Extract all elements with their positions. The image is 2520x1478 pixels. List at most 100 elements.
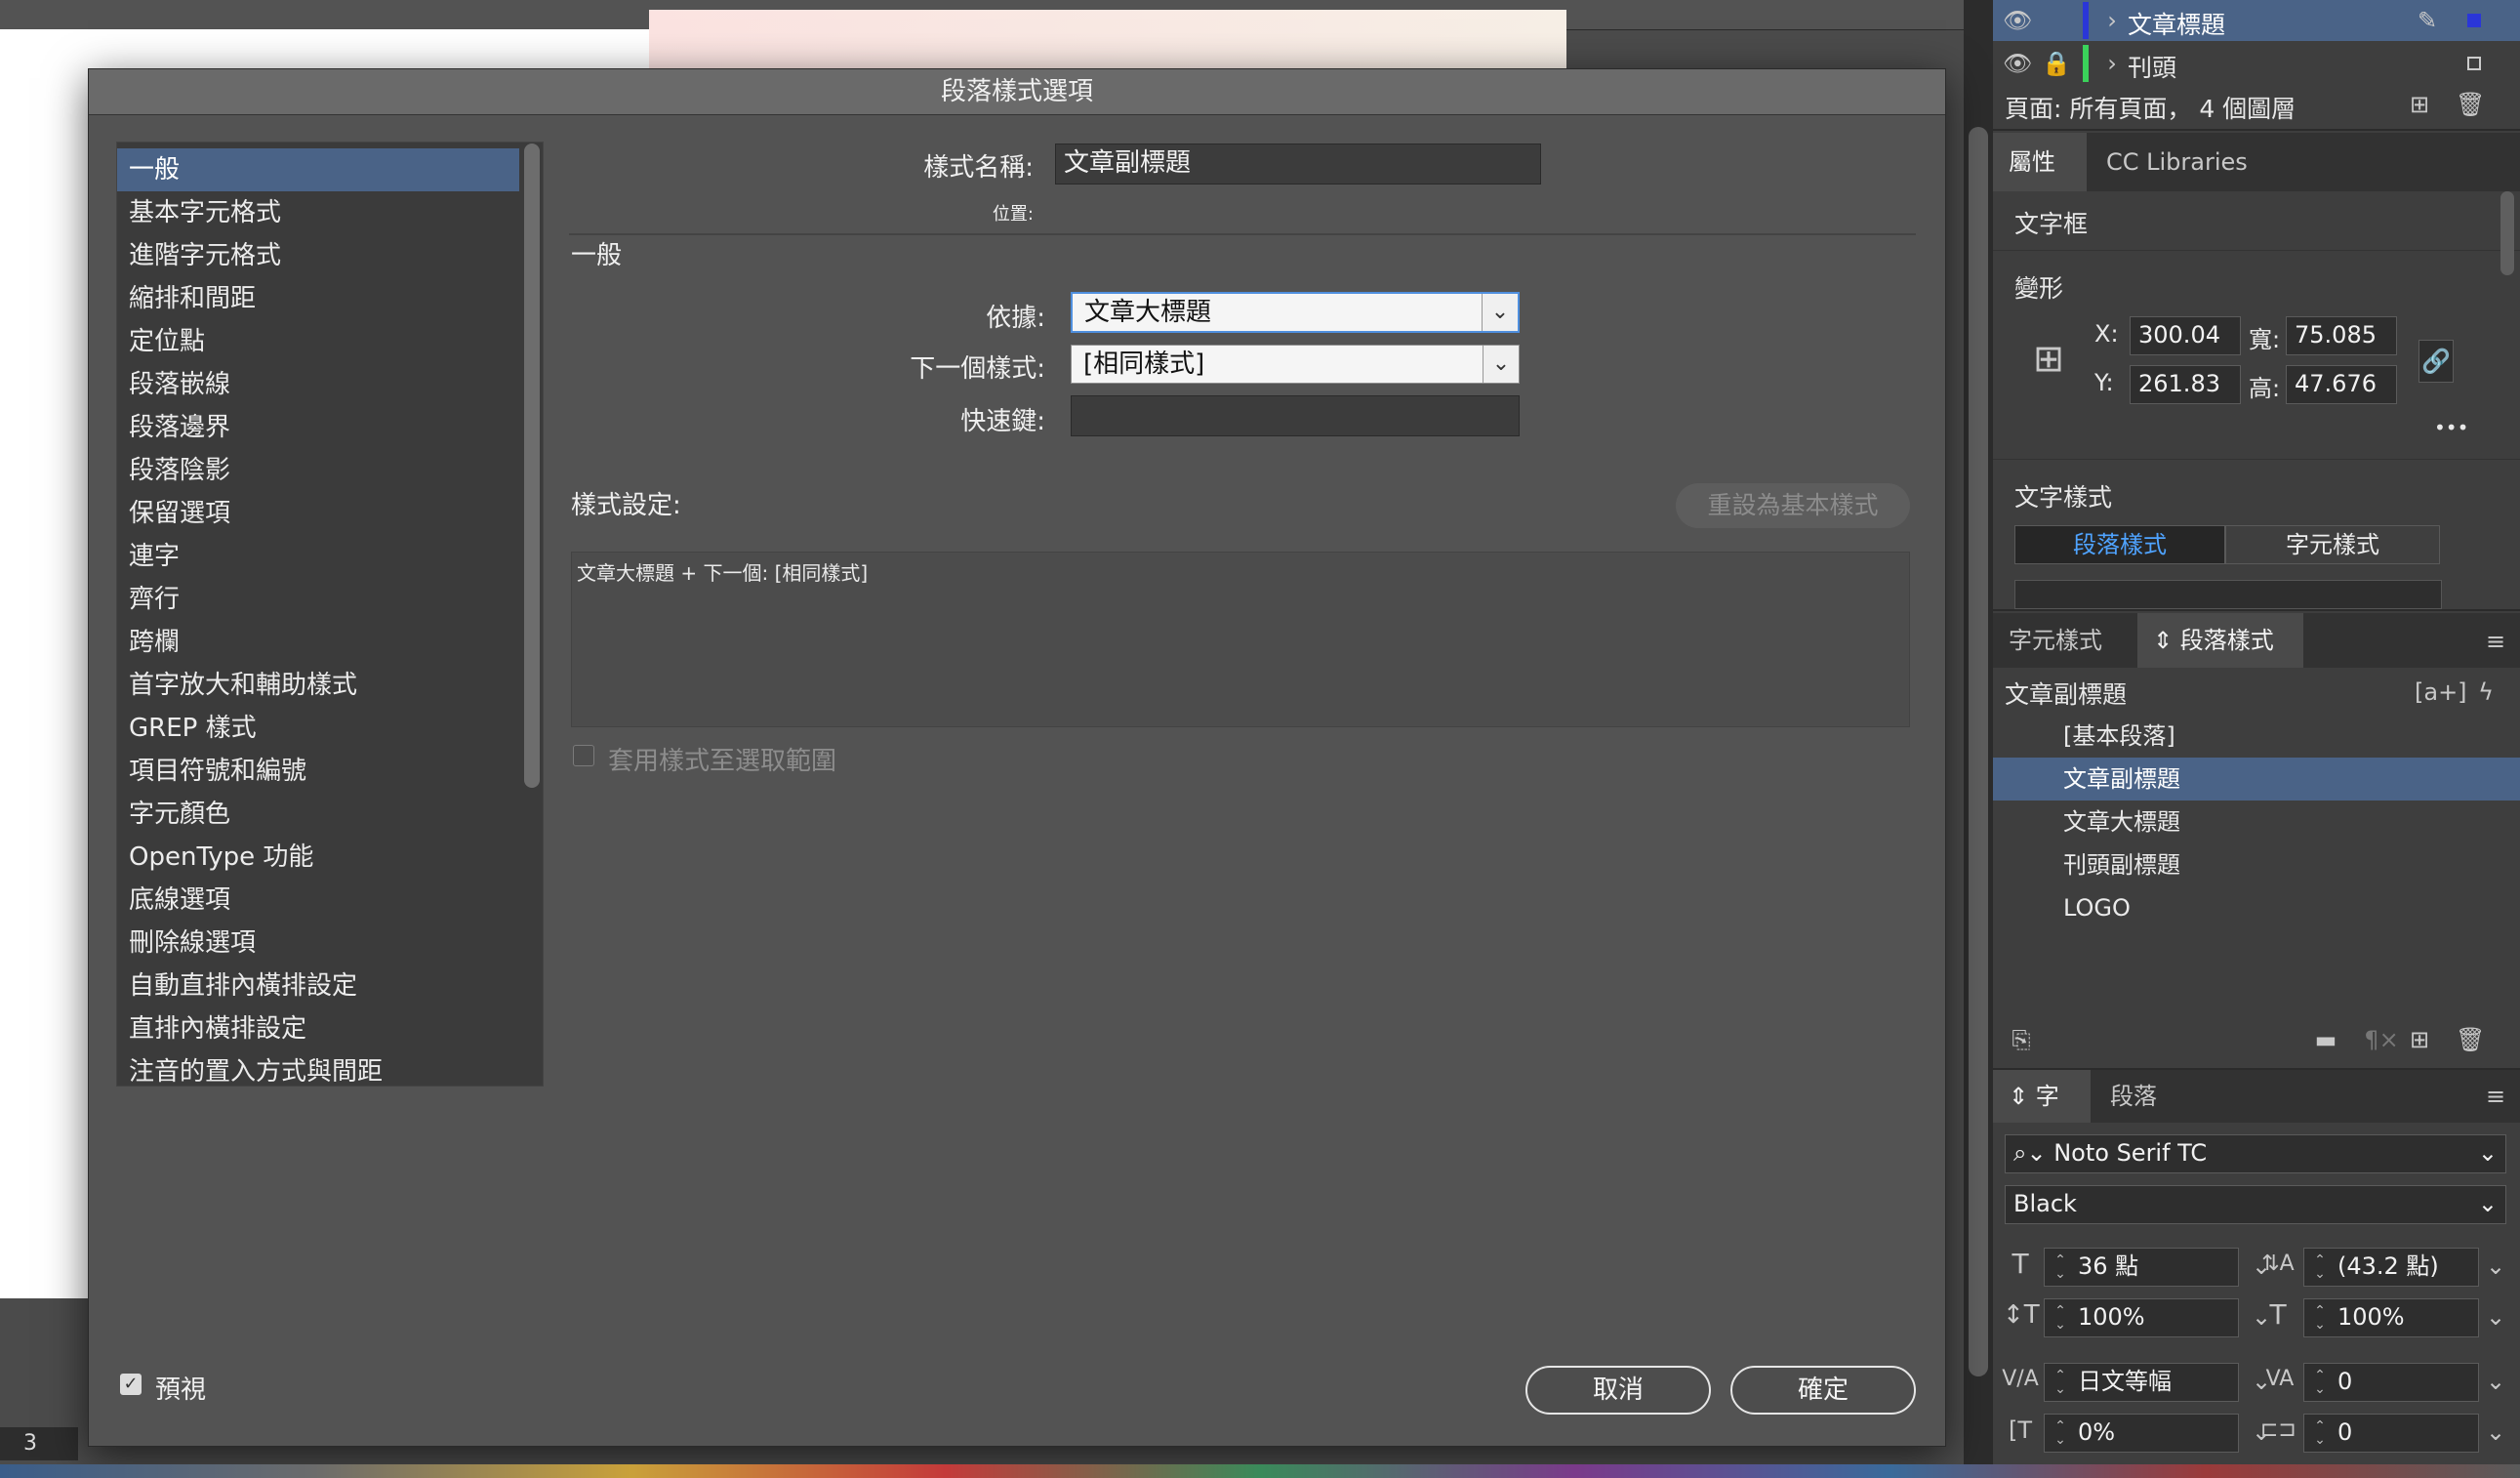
- panel-menu-icon[interactable]: ≡: [2481, 627, 2510, 656]
- style-name-input[interactable]: 文章副標題: [1055, 144, 1541, 185]
- shortcut-input[interactable]: [1071, 395, 1520, 436]
- stepper-icon[interactable]: ⌃ ⌄: [2309, 1419, 2331, 1447]
- new-layer-icon[interactable]: ⊞: [2405, 90, 2434, 119]
- page-number-field[interactable]: 3: [0, 1427, 78, 1460]
- category-item-paragraph-shading[interactable]: 段落陰影: [117, 449, 519, 492]
- category-item-drop-caps[interactable]: 首字放大和輔助樣式: [117, 664, 519, 707]
- font-style-dropdown[interactable]: Black ⌄: [2005, 1185, 2506, 1224]
- chevron-down-icon[interactable]: ⌄: [2481, 1417, 2510, 1447]
- stepper-icon[interactable]: ⌃ ⌄: [2050, 1369, 2071, 1396]
- os-dock[interactable]: [0, 1464, 2520, 1478]
- category-item-basic-character[interactable]: 基本字元格式: [117, 191, 519, 234]
- stepper-icon[interactable]: ⌃ ⌄: [2309, 1253, 2331, 1281]
- width-input[interactable]: 75.085: [2286, 316, 2397, 355]
- tab-properties[interactable]: 屬性: [1993, 133, 2087, 191]
- layer-row-masthead[interactable]: 👁 🔒 › 刊頭: [1993, 43, 2520, 84]
- category-item-general[interactable]: 一般: [117, 148, 519, 191]
- tab-paragraph[interactable]: 段落: [2094, 1070, 2182, 1123]
- chevron-down-icon[interactable]: ⌄: [2478, 1135, 2498, 1170]
- chevron-down-icon[interactable]: ⌄: [2481, 1367, 2510, 1396]
- height-input[interactable]: 47.676: [2286, 365, 2397, 404]
- segment-character-style[interactable]: 字元樣式: [2225, 525, 2440, 564]
- category-item-hyphenation[interactable]: 連字: [117, 535, 519, 578]
- more-options-icon[interactable]: •••: [2434, 416, 2468, 439]
- layer-selection-square[interactable]: [2467, 14, 2481, 27]
- category-item-opentype[interactable]: OpenType 功能: [117, 836, 519, 879]
- paragraph-style-item[interactable]: [基本段落]: [1993, 715, 2520, 758]
- tab-character[interactable]: ⇕ 字元: [1993, 1070, 2091, 1163]
- category-item-bullets-numbering[interactable]: 項目符號和編號: [117, 750, 519, 793]
- category-item-ruby-placement[interactable]: 注音的置入方式與間距: [117, 1050, 519, 1086]
- preview-checkbox[interactable]: ✓: [120, 1374, 142, 1395]
- tab-paragraph-styles[interactable]: ⇕ 段落樣式: [2137, 613, 2303, 668]
- chevron-down-icon[interactable]: ⌄: [2481, 1252, 2510, 1281]
- reference-point-icon[interactable]: ⊞: [2022, 332, 2075, 385]
- stepper-icon[interactable]: ⌃ ⌄: [2309, 1369, 2331, 1396]
- cancel-button[interactable]: 取消: [1525, 1366, 1711, 1415]
- category-item-tate-chu-yoko[interactable]: 直排內橫排設定: [117, 1007, 519, 1050]
- x-input[interactable]: 300.04: [2130, 316, 2241, 355]
- category-item-underline[interactable]: 底線選項: [117, 879, 519, 922]
- new-style-icon[interactable]: ⊞: [2405, 1025, 2434, 1054]
- layer-selection-square[interactable]: [2467, 57, 2481, 70]
- trash-icon[interactable]: 🗑: [2456, 90, 2485, 119]
- stepper-icon[interactable]: ⌃ ⌄: [2050, 1304, 2071, 1332]
- clear-overrides-icon[interactable]: ¶×: [2362, 1025, 2401, 1054]
- category-item-justification[interactable]: 齊行: [117, 578, 519, 621]
- apply-style-checkbox[interactable]: [573, 745, 594, 766]
- chevron-down-icon[interactable]: ⌄: [2478, 1186, 2498, 1221]
- text-style-dropdown[interactable]: [2014, 580, 2442, 609]
- y-input[interactable]: 261.83: [2130, 365, 2241, 404]
- category-item-character-color[interactable]: 字元顏色: [117, 793, 519, 836]
- new-style-from-selection-icon[interactable]: [a+]: [2415, 677, 2467, 707]
- chevron-right-icon[interactable]: ›: [2102, 49, 2122, 78]
- vertical-scale-input[interactable]: 100%: [2044, 1298, 2239, 1337]
- chevron-down-icon[interactable]: ⌄: [1483, 346, 1519, 383]
- category-list-scrollbar[interactable]: [524, 144, 540, 788]
- based-on-dropdown[interactable]: 文章大標題 ⌄: [1071, 292, 1520, 333]
- canvas-scroll-thumb[interactable]: [1969, 127, 1988, 1376]
- tab-character-styles[interactable]: 字元樣式: [1993, 613, 2135, 668]
- layer-row-article-title[interactable]: 👁 › 文章標題 ✎: [1993, 0, 2520, 41]
- panel-menu-icon[interactable]: ≡: [2481, 1082, 2510, 1111]
- link-icon[interactable]: 🔗: [2418, 340, 2454, 383]
- chevron-down-icon[interactable]: ⌄: [1482, 294, 1518, 331]
- category-item-strikethrough[interactable]: 刪除線選項: [117, 922, 519, 965]
- trash-icon[interactable]: 🗑: [2456, 1025, 2485, 1054]
- font-family-dropdown[interactable]: ⌕⌄ Noto Serif TC ⌄: [2005, 1134, 2506, 1173]
- category-item-tabs[interactable]: 定位點: [117, 320, 519, 363]
- category-item-paragraph-border[interactable]: 段落邊界: [117, 406, 519, 449]
- baseline-shift-input[interactable]: 0%: [2044, 1414, 2239, 1453]
- next-style-dropdown[interactable]: [相同樣式] ⌄: [1071, 345, 1520, 384]
- paragraph-style-item[interactable]: 文章大標題: [1993, 801, 2520, 843]
- kerning-input[interactable]: 日文等幅: [2044, 1363, 2239, 1402]
- category-item-keep-options[interactable]: 保留選項: [117, 492, 519, 535]
- lightning-icon[interactable]: ϟ: [2471, 677, 2500, 707]
- category-list[interactable]: 一般 基本字元格式 進階字元格式 縮排和間距 定位點 段落嵌線 段落邊界 段落陰…: [116, 142, 544, 1087]
- category-item-paragraph-rules[interactable]: 段落嵌線: [117, 363, 519, 406]
- paragraph-style-item[interactable]: 刊頭副標題: [1993, 843, 2520, 886]
- folder-icon[interactable]: ▬: [2311, 1025, 2340, 1054]
- tab-cc-libraries[interactable]: CC Libraries: [2091, 133, 2276, 191]
- ok-button[interactable]: 確定: [1730, 1366, 1916, 1415]
- category-item-advanced-character[interactable]: 進階字元格式: [117, 234, 519, 277]
- paragraph-style-item[interactable]: LOGO: [1993, 886, 2520, 929]
- reset-to-base-button[interactable]: 重設為基本樣式: [1676, 483, 1910, 528]
- font-size-input[interactable]: 36 點: [2044, 1248, 2239, 1287]
- category-item-grep-style[interactable]: GREP 樣式: [117, 707, 519, 750]
- segment-paragraph-style[interactable]: 段落樣式: [2014, 525, 2225, 564]
- chevron-right-icon[interactable]: ›: [2102, 6, 2122, 35]
- eye-icon[interactable]: 👁: [2003, 6, 2032, 35]
- stepper-icon[interactable]: ⌃ ⌄: [2050, 1419, 2071, 1447]
- properties-scroll-thumb[interactable]: [2500, 191, 2514, 275]
- stepper-icon[interactable]: ⌃ ⌄: [2309, 1304, 2331, 1332]
- lock-icon[interactable]: 🔒: [2042, 49, 2071, 78]
- category-item-indents-spacing[interactable]: 縮排和間距: [117, 277, 519, 320]
- eye-icon[interactable]: 👁: [2003, 49, 2032, 78]
- category-item-span-columns[interactable]: 跨欄: [117, 621, 519, 664]
- paragraph-style-item[interactable]: 文章副標題: [1993, 758, 2520, 801]
- chevron-down-icon[interactable]: ⌄: [2481, 1302, 2510, 1332]
- stepper-icon[interactable]: ⌃ ⌄: [2050, 1253, 2071, 1281]
- load-styles-icon[interactable]: ⎘: [2007, 1025, 2036, 1054]
- category-item-auto-tate-chu-yoko[interactable]: 自動直排內橫排設定: [117, 965, 519, 1007]
